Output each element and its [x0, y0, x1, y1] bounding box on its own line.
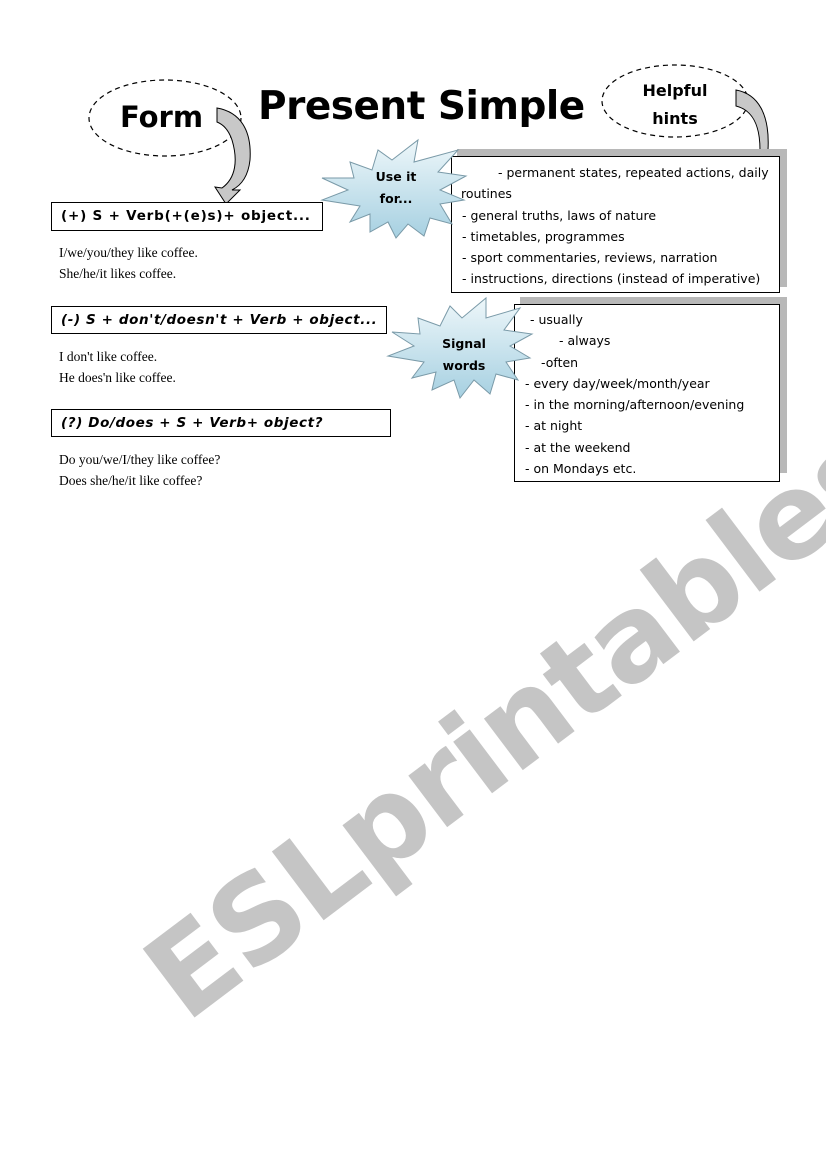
- form-label: Form: [120, 100, 204, 134]
- use-item: routines: [461, 186, 512, 202]
- use-item: - sport commentaries, reviews, narration: [462, 250, 718, 266]
- signal-label-line: Signal: [442, 336, 486, 351]
- helpful-hints-label: Helpful hints: [630, 77, 720, 133]
- signal-item: - usually: [530, 312, 583, 327]
- affirmative-examples: I/we/you/they like coffee. She/he/it lik…: [59, 242, 198, 284]
- example-sentence: Do you/we/I/they like coffee?: [59, 452, 221, 467]
- use-it-for-label: Use it for...: [364, 166, 428, 210]
- negative-examples: I don't like coffee. He does'n like coff…: [59, 346, 176, 388]
- hints-label-line: hints: [652, 109, 698, 128]
- signal-item: - on Mondays etc.: [525, 461, 637, 477]
- signal-words-label: Signal words: [432, 333, 496, 377]
- example-sentence: I/we/you/they like coffee.: [59, 245, 198, 260]
- signal-item: - in the morning/afternoon/evening: [525, 397, 745, 413]
- signal-item: - at night: [525, 418, 583, 434]
- signal-words-list: - usually - always -often - every day/we…: [514, 304, 780, 482]
- question-examples: Do you/we/I/they like coffee? Does she/h…: [59, 449, 220, 491]
- signal-item: -often: [541, 354, 579, 370]
- curved-arrow-icon: [735, 89, 769, 151]
- use-it-label-line: Use it: [375, 169, 417, 184]
- negative-rule: (-) S + don't/doesn't + Verb + object...: [51, 306, 387, 334]
- signal-item: - every day/week/month/year: [525, 375, 710, 391]
- affirmative-rule: (+) S + Verb(+(e)s)+ object...: [51, 202, 323, 231]
- signal-item: - always: [559, 333, 611, 349]
- example-sentence: I don't like coffee.: [59, 349, 158, 364]
- hints-label-line: Helpful: [642, 81, 708, 100]
- signal-item: - at the weekend: [525, 439, 631, 455]
- uses-list: - permanent states, repeated actions, da…: [451, 156, 780, 293]
- example-sentence: Does she/he/it like coffee?: [59, 473, 203, 488]
- question-rule: (?) Do/does + S + Verb+ object?: [51, 409, 391, 437]
- use-item: - instructions, directions (instead of i…: [462, 271, 761, 287]
- page-title: Present Simple: [258, 84, 585, 129]
- signal-label-line: words: [442, 358, 486, 373]
- example-sentence: She/he/it likes coffee.: [59, 266, 177, 281]
- use-item: - general truths, laws of nature: [462, 207, 657, 223]
- curved-arrow-icon: [213, 107, 251, 205]
- use-item: - timetables, programmes: [462, 228, 625, 244]
- example-sentence: He does'n like coffee.: [59, 370, 176, 385]
- use-it-label-line: for...: [379, 191, 413, 206]
- use-item: - permanent states, repeated actions, da…: [498, 165, 769, 180]
